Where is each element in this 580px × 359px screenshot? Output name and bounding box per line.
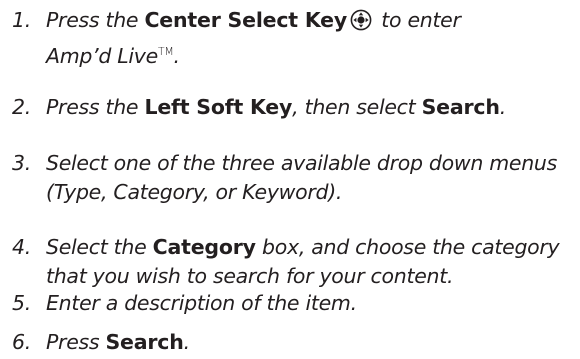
menu-option: Search [421, 95, 500, 119]
step-number: 4. [12, 235, 31, 259]
field-name: Category [152, 235, 256, 259]
step-number: 2. [12, 95, 31, 119]
step-text: Press the Left Soft Key, then select Sea… [46, 95, 506, 119]
step-text: that you wish to search for your content… [46, 264, 454, 288]
button-name: Search [105, 330, 184, 354]
step-number: 6. [12, 330, 31, 354]
instruction-steps: 1. Press the Center Select Key to enter … [0, 0, 580, 359]
step-number: 1. [12, 8, 31, 32]
step-number: 5. [12, 291, 31, 315]
key-name: Left Soft Key [144, 95, 293, 119]
step-text: Select the Category box, and choose the … [46, 235, 560, 259]
center-select-key-icon [350, 9, 372, 31]
step-text: Enter a description of the item. [46, 291, 357, 315]
step-text: (Type, Category, or Keyword). [46, 180, 343, 204]
step-text: Press Search. [46, 330, 190, 354]
step-text: Select one of the three available drop d… [46, 151, 557, 175]
trademark: TM [157, 45, 174, 58]
step-number: 3. [12, 151, 31, 175]
key-name: Center Select Key [144, 8, 348, 32]
step-text: Press the Center Select Key to enter [46, 8, 461, 32]
